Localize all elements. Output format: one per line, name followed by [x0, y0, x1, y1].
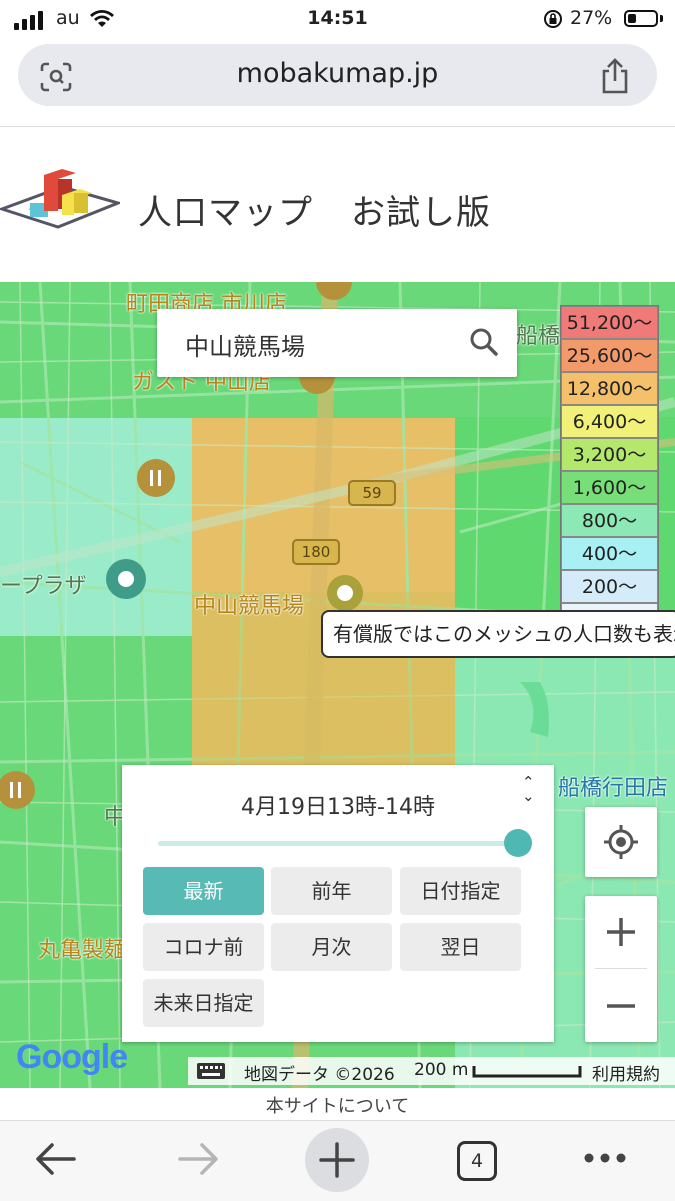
time-slider-thumb[interactable]: [504, 829, 532, 857]
scale-label[interactable]: 200 m: [414, 1060, 468, 1080]
browser-toolbar: 4: [0, 1120, 675, 1201]
map-label-racecourse: 中山競馬場: [194, 594, 305, 619]
map-label-store: 船橋: [516, 324, 561, 349]
legend-item: 51,200〜: [561, 306, 658, 339]
legend-item: 200〜: [561, 570, 658, 603]
map-attribution: 地図データ ©2026 200 m 利用規約: [188, 1057, 675, 1085]
google-logo[interactable]: Google: [16, 1038, 128, 1077]
scale-bar: [472, 1066, 582, 1078]
zoom-control: [585, 896, 657, 1042]
map-label-store: 丸亀製麺: [38, 938, 127, 963]
legend-item: 800〜: [561, 504, 658, 537]
status-bar: au 14:51 27%: [0, 0, 675, 40]
battery-icon: [624, 10, 658, 27]
btn-next-day[interactable]: 翌日: [400, 923, 521, 971]
site-logo-icon[interactable]: [0, 165, 120, 230]
time-slider[interactable]: [158, 841, 518, 846]
legend-item: 1,600〜: [561, 471, 658, 504]
btn-future-date[interactable]: 未来日指定: [143, 979, 264, 1027]
terms-link[interactable]: 利用規約: [592, 1060, 660, 1085]
population-legend: 51,200〜 25,600〜 12,800〜 6,400〜 3,200〜 1,…: [560, 305, 659, 637]
legend-item: 12,800〜: [561, 372, 658, 405]
share-icon[interactable]: [598, 57, 632, 95]
population-map[interactable]: 町田商店 市川店 ガスト 中山店 中山競馬場 ープラザ 船橋 船橋行田店 丸亀製…: [0, 282, 675, 1088]
plus-icon: [319, 1142, 355, 1178]
about-link[interactable]: 本サイトについて: [0, 1092, 675, 1118]
legend-item: 400〜: [561, 537, 658, 570]
map-label-store: 船橋行田店: [558, 776, 669, 801]
more-icon[interactable]: [582, 1151, 628, 1165]
my-location-icon: [604, 825, 638, 859]
new-tab-button[interactable]: [305, 1128, 369, 1192]
route-shield: 180: [292, 539, 340, 565]
expand-toggle-icon[interactable]: ⌃ ⌄: [522, 775, 535, 804]
zoom-in-icon[interactable]: [585, 896, 657, 968]
route-shield: 59: [348, 480, 396, 506]
battery-percent: 27%: [570, 7, 613, 29]
btn-latest[interactable]: 最新: [143, 867, 264, 915]
map-label-place: ープラザ: [0, 574, 87, 599]
legend-item: 3,200〜: [561, 438, 658, 471]
btn-date-select[interactable]: 日付指定: [400, 867, 521, 915]
search-input[interactable]: 中山競馬場: [185, 327, 305, 362]
zoom-out-icon[interactable]: [585, 970, 657, 1042]
forward-icon[interactable]: [176, 1139, 220, 1179]
my-location-button[interactable]: [585, 807, 657, 877]
url-text[interactable]: mobakumap.jp: [18, 58, 657, 89]
time-control-panel: 4月19日13時-14時 ⌃ ⌄ 最新 前年 日付指定 コロナ前 月次 翌日 未来…: [122, 765, 554, 1042]
mesh-tooltip: 有償版ではこのメッシュの人口数も表示可能: [321, 610, 675, 658]
btn-monthly[interactable]: 月次: [271, 923, 392, 971]
tabs-button[interactable]: 4: [457, 1141, 497, 1181]
legend-item: 6,400〜: [561, 405, 658, 438]
btn-pre-covid[interactable]: コロナ前: [143, 923, 264, 971]
back-icon[interactable]: [34, 1139, 78, 1179]
rotation-lock-icon: [544, 10, 562, 28]
btn-previous-year[interactable]: 前年: [271, 867, 392, 915]
site-header: 人口マップ お試し版: [0, 127, 675, 282]
search-icon[interactable]: [469, 327, 499, 357]
site-title: 人口マップ お試し版: [138, 193, 491, 233]
map-data-credit[interactable]: 地図データ ©2026: [244, 1060, 395, 1085]
search-box[interactable]: 中山競馬場: [157, 309, 517, 377]
datetime-label: 4月19日13時-14時: [241, 795, 435, 820]
address-bar[interactable]: mobakumap.jp: [18, 44, 657, 106]
keyboard-icon[interactable]: [196, 1061, 226, 1081]
legend-item: 25,600〜: [561, 339, 658, 372]
